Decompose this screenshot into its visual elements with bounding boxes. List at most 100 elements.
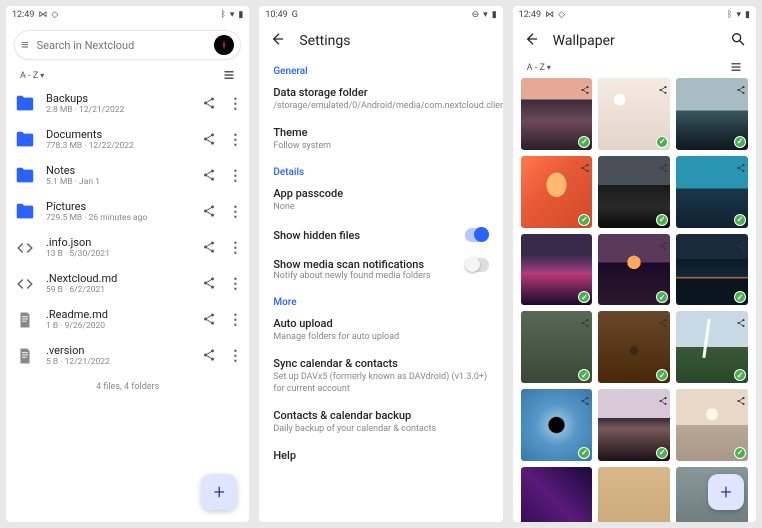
setting-auto-upload[interactable]: Auto uploadManage folders for auto uploa… bbox=[259, 310, 502, 350]
plus-icon: + bbox=[214, 480, 225, 504]
wallpaper-thumb[interactable] bbox=[598, 467, 670, 522]
view-mode-icon[interactable] bbox=[223, 69, 235, 84]
file-row[interactable]: Notes5.1 MB · Jan 1 ⋮ bbox=[6, 158, 249, 194]
bluetooth-icon: ᛒ bbox=[727, 10, 732, 20]
more-icon[interactable]: ⋮ bbox=[228, 313, 241, 327]
more-icon[interactable]: ⋮ bbox=[228, 241, 241, 255]
file-row[interactable]: .info.json13 B · 5/30/2021 ⋮ bbox=[6, 230, 249, 266]
fab-add[interactable]: + bbox=[201, 474, 237, 510]
file-row[interactable]: .version5 B · 12/21/2022 ⋮ bbox=[6, 338, 249, 374]
synced-icon bbox=[578, 447, 590, 459]
view-mode-icon[interactable] bbox=[730, 61, 742, 76]
share-icon[interactable] bbox=[202, 167, 216, 186]
search-input[interactable] bbox=[37, 39, 207, 52]
share-icon[interactable] bbox=[202, 239, 216, 258]
share-icon[interactable] bbox=[580, 236, 590, 255]
share-icon[interactable] bbox=[736, 236, 746, 255]
wallpaper-thumb[interactable] bbox=[521, 467, 593, 522]
search-bar[interactable]: ≡ bbox=[14, 30, 241, 60]
more-icon[interactable]: ⋮ bbox=[228, 277, 241, 291]
share-icon[interactable] bbox=[658, 158, 668, 177]
setting-theme[interactable]: ThemeFollow system bbox=[259, 119, 502, 159]
wallpaper-thumb[interactable] bbox=[521, 389, 593, 461]
setting-storage[interactable]: Data storage folder/storage/emulated/0/A… bbox=[259, 79, 502, 119]
wallpaper-thumb[interactable] bbox=[521, 78, 593, 150]
search-button[interactable] bbox=[730, 31, 746, 51]
file-meta: 5 B · 12/21/2022 bbox=[46, 357, 192, 368]
wallpaper-thumb[interactable] bbox=[676, 234, 748, 306]
wallpaper-thumb[interactable] bbox=[521, 156, 593, 228]
more-icon[interactable]: ⋮ bbox=[228, 133, 241, 147]
plus-icon: + bbox=[720, 480, 731, 504]
toggle-switch[interactable] bbox=[465, 258, 489, 272]
wallpaper-grid bbox=[513, 78, 756, 522]
share-icon[interactable] bbox=[202, 275, 216, 294]
synced-icon bbox=[578, 214, 590, 226]
more-icon[interactable]: ⋮ bbox=[228, 349, 241, 363]
share-icon[interactable] bbox=[580, 80, 590, 99]
share-icon[interactable] bbox=[736, 391, 746, 410]
battery-icon: ▮ bbox=[238, 10, 243, 20]
fab-add[interactable]: + bbox=[708, 474, 744, 510]
share-icon[interactable] bbox=[658, 80, 668, 99]
more-icon[interactable]: ⋮ bbox=[228, 97, 241, 111]
sort-button[interactable]: A - Z▾ bbox=[20, 71, 44, 81]
file-meta: 13 B · 5/30/2021 bbox=[46, 249, 192, 260]
back-button[interactable] bbox=[269, 31, 285, 51]
share-icon[interactable] bbox=[202, 311, 216, 330]
diamond-icon: ◇ bbox=[51, 10, 58, 20]
share-icon[interactable] bbox=[580, 158, 590, 177]
screen-wallpaper: 12:49⋈◇ ᛒ▾▮ Wallpaper A - Z▾ bbox=[513, 6, 756, 522]
connect-icon: ⋈ bbox=[545, 10, 554, 20]
wallpaper-thumb[interactable] bbox=[676, 156, 748, 228]
share-icon[interactable] bbox=[202, 347, 216, 366]
wallpaper-thumb[interactable] bbox=[598, 389, 670, 461]
synced-icon bbox=[734, 136, 746, 148]
setting-backup[interactable]: Contacts & calendar backupDaily backup o… bbox=[259, 402, 502, 442]
more-icon[interactable]: ⋮ bbox=[228, 169, 241, 183]
setting-media-scan[interactable]: Show media scan notificationsNotify abou… bbox=[259, 250, 502, 289]
synced-icon bbox=[734, 214, 746, 226]
sort-button[interactable]: A - Z▾ bbox=[527, 63, 551, 73]
wallpaper-thumb[interactable] bbox=[676, 78, 748, 150]
wallpaper-thumb[interactable] bbox=[598, 311, 670, 383]
share-icon[interactable] bbox=[658, 313, 668, 332]
share-icon[interactable] bbox=[580, 313, 590, 332]
wallpaper-thumb[interactable] bbox=[676, 389, 748, 461]
file-row[interactable]: Pictures729.5 MB · 26 minutes ago ⋮ bbox=[6, 194, 249, 230]
wallpaper-thumb[interactable] bbox=[676, 311, 748, 383]
wallpaper-thumb[interactable] bbox=[521, 234, 593, 306]
share-icon[interactable] bbox=[658, 391, 668, 410]
app-bar: Settings bbox=[259, 24, 502, 58]
wallpaper-thumb[interactable] bbox=[598, 78, 670, 150]
share-icon[interactable] bbox=[736, 158, 746, 177]
toggle-switch[interactable] bbox=[465, 228, 489, 242]
wallpaper-thumb[interactable] bbox=[521, 311, 593, 383]
setting-hidden-files[interactable]: Show hidden files bbox=[259, 220, 502, 250]
synced-icon bbox=[734, 369, 746, 381]
file-row[interactable]: .Readme.md1 B · 9/26/2020 ⋮ bbox=[6, 302, 249, 338]
share-icon[interactable] bbox=[202, 203, 216, 222]
file-list: Backups 2.8 MB · 12/21/2022 ⋮ Documents7… bbox=[6, 86, 249, 522]
hamburger-icon[interactable]: ≡ bbox=[21, 37, 29, 53]
file-row[interactable]: .Nextcloud.md59 B · 6/2/2021 ⋮ bbox=[6, 266, 249, 302]
setting-passcode[interactable]: App passcodeNone bbox=[259, 180, 502, 220]
share-icon[interactable] bbox=[580, 391, 590, 410]
share-icon[interactable] bbox=[202, 95, 216, 114]
synced-icon bbox=[656, 447, 668, 459]
wallpaper-thumb[interactable] bbox=[598, 156, 670, 228]
share-icon[interactable] bbox=[202, 131, 216, 150]
setting-sync[interactable]: Sync calendar & contactsSet up DAVx5 (fo… bbox=[259, 350, 502, 402]
share-icon[interactable] bbox=[736, 80, 746, 99]
avatar[interactable] bbox=[214, 35, 234, 55]
file-meta: 2.8 MB · 12/21/2022 bbox=[46, 105, 192, 116]
share-icon[interactable] bbox=[658, 236, 668, 255]
more-icon[interactable]: ⋮ bbox=[228, 205, 241, 219]
share-icon[interactable] bbox=[736, 313, 746, 332]
wallpaper-thumb[interactable] bbox=[598, 234, 670, 306]
battery-icon: ▮ bbox=[745, 10, 750, 20]
setting-help[interactable]: Help bbox=[259, 442, 502, 470]
back-button[interactable] bbox=[523, 31, 539, 51]
file-row[interactable]: Backups 2.8 MB · 12/21/2022 ⋮ bbox=[6, 86, 249, 122]
file-row[interactable]: Documents778.3 MB · 12/22/2022 ⋮ bbox=[6, 122, 249, 158]
